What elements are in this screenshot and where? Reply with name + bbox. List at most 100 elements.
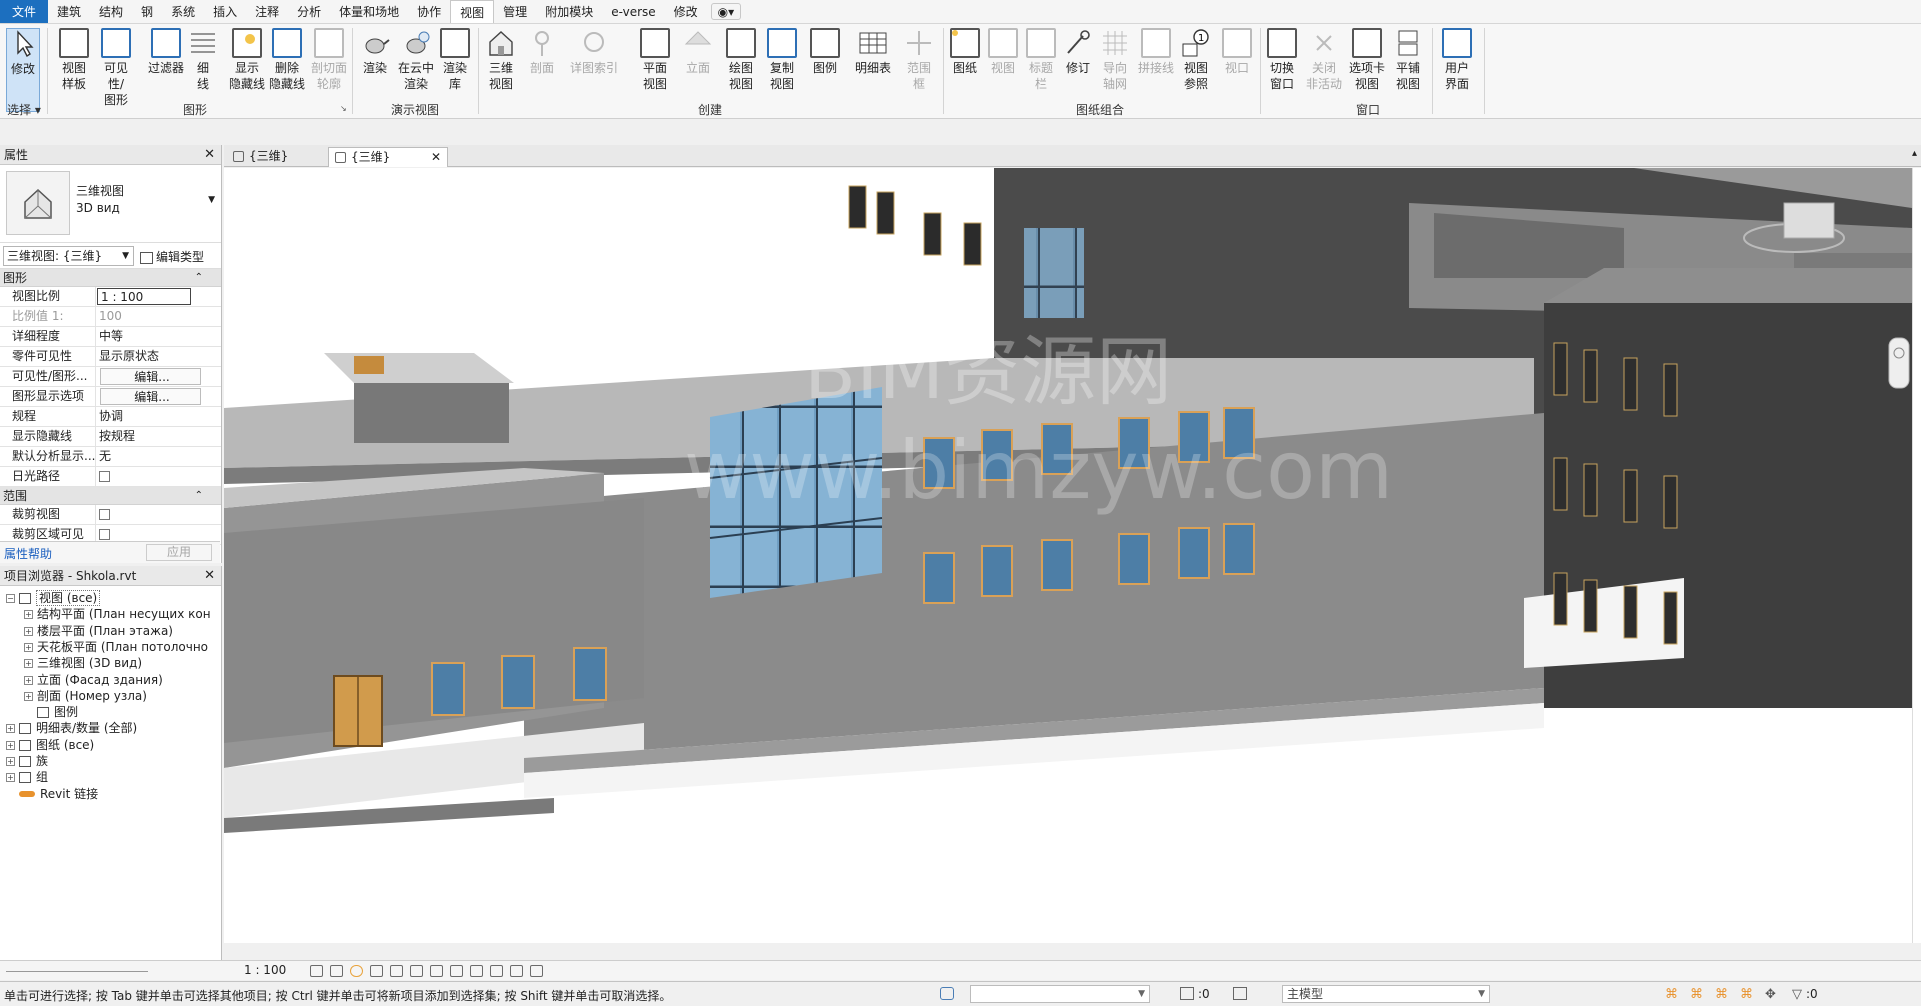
crop-region-icon[interactable] — [430, 965, 443, 977]
guide-grid-button[interactable]: 导向 轴网 — [1096, 28, 1134, 92]
expand-icon[interactable]: + — [24, 675, 33, 685]
render-dialog-icon[interactable] — [390, 965, 403, 977]
property-value[interactable] — [96, 467, 221, 486]
visual-style-icon[interactable] — [330, 965, 343, 977]
expand-icon[interactable]: + — [6, 757, 15, 766]
view-tab[interactable]: {三维} — [227, 147, 327, 167]
property-value[interactable]: 显示原状态 — [96, 347, 221, 366]
tab-analyze[interactable]: 分析 — [288, 0, 330, 23]
properties-help-link[interactable]: 属性帮助 — [4, 545, 52, 562]
checkbox[interactable] — [99, 509, 110, 520]
legends-button[interactable]: 图例 — [806, 28, 844, 76]
view-scale[interactable]: 1 : 100 — [244, 963, 286, 977]
place-view-button[interactable]: 视图 — [984, 28, 1022, 76]
expand-icon[interactable]: + — [24, 642, 33, 652]
tab-structure[interactable]: 结构 — [90, 0, 132, 23]
property-value[interactable]: 1 : 100 — [97, 288, 191, 305]
tab-view[interactable]: 视图 — [450, 0, 495, 23]
property-value[interactable]: 100 — [96, 307, 221, 326]
close-inactive-button[interactable]: 关闭 非活动 — [1305, 28, 1343, 92]
highlight-displacement-icon[interactable] — [530, 965, 543, 977]
dialog-launcher-icon[interactable]: ↘ — [340, 104, 347, 113]
select-pinned-icon[interactable]: ⌘ — [1715, 987, 1729, 1002]
tab-insert[interactable]: 插入 — [204, 0, 246, 23]
render-cloud-button[interactable]: 在云中 渲染 — [397, 28, 435, 92]
workset-dropdown[interactable]: ▼ — [970, 985, 1150, 1003]
modify-button[interactable]: 修改 — [6, 28, 40, 112]
tab-massing-site[interactable]: 体量和场地 — [330, 0, 408, 23]
cut-profile-button[interactable]: 剖切面 轮廓 — [310, 28, 348, 92]
tile-views-button[interactable]: 平铺 视图 — [1389, 28, 1427, 92]
duplicate-view-button[interactable]: 复制 视图 — [763, 28, 801, 92]
matchline-button[interactable]: 拼接线 — [1135, 28, 1177, 76]
view-reference-button[interactable]: 1 视图 参照 — [1177, 28, 1215, 92]
tab-collaborate[interactable]: 协作 — [408, 0, 450, 23]
expand-icon[interactable]: + — [6, 740, 15, 750]
thin-lines-button[interactable]: 细线 — [188, 28, 218, 92]
expand-icon[interactable]: + — [24, 610, 33, 620]
section-button[interactable]: 剖面 — [523, 28, 561, 76]
3d-viewport[interactable]: BIM资源网 www.bimzyw.com — [224, 168, 1912, 943]
close-icon[interactable]: ✕ — [431, 148, 441, 167]
filter-icon[interactable]: ▽ — [1792, 987, 1806, 1002]
select-by-face-icon[interactable]: ⌘ — [1740, 987, 1754, 1002]
render-button[interactable]: 渲染 — [356, 28, 394, 76]
type-selector-preview[interactable]: 三维视图 3D вид ▼ — [0, 165, 221, 243]
3d-view-button[interactable]: 三维 视图 — [482, 28, 520, 92]
crop-view-icon[interactable] — [410, 965, 423, 977]
tab-systems[interactable]: 系统 — [162, 0, 204, 23]
expand-icon[interactable]: + — [24, 691, 33, 701]
design-option-dropdown[interactable]: 主模型 ▼ — [1282, 985, 1490, 1003]
plan-views-button[interactable]: 平面 视图 — [636, 28, 674, 92]
revisions-button[interactable]: 修订 — [1059, 28, 1097, 76]
instance-type-dropdown[interactable]: 三维视图: {三维} ▼ — [3, 246, 134, 266]
collapse-icon[interactable]: − — [6, 594, 15, 603]
user-interface-button[interactable]: 用户 界面 — [1438, 28, 1476, 92]
sun-path-icon[interactable] — [350, 965, 363, 977]
detail-level-icon[interactable] — [310, 965, 323, 977]
elevation-button[interactable]: 立面 — [679, 28, 717, 76]
worksets-icon[interactable] — [940, 987, 954, 1000]
checkbox[interactable] — [99, 529, 110, 540]
expand-icon[interactable]: + — [24, 626, 33, 636]
tab-architecture[interactable]: 建筑 — [48, 0, 90, 23]
switch-windows-button[interactable]: 切换 窗口 — [1263, 28, 1301, 92]
design-options-icon[interactable] — [1233, 987, 1247, 1000]
tab-everse[interactable]: e-verse — [602, 0, 664, 23]
tree-item[interactable]: Revit 链接 — [6, 784, 98, 804]
lock-3d-view-icon[interactable] — [450, 965, 463, 977]
category-extents[interactable]: 范围 ⌃ — [0, 487, 221, 505]
property-value[interactable]: 无 — [96, 447, 221, 466]
edit-type-button[interactable]: 编辑类型 — [140, 248, 204, 265]
title-block-button[interactable]: 标题栏 — [1022, 28, 1060, 92]
view-template-button[interactable]: 视图 样板 — [55, 28, 93, 92]
tab-modify[interactable]: 修改 — [665, 0, 707, 23]
apply-button[interactable]: 应用 — [146, 544, 212, 561]
property-value[interactable]: 中等 — [96, 327, 221, 346]
filters-button[interactable]: 过滤器 — [145, 28, 187, 76]
drag-elements-icon[interactable]: ✥ — [1765, 987, 1779, 1002]
remove-hidden-lines-button[interactable]: 删除 隐藏线 — [268, 28, 306, 92]
callout-button[interactable]: 详图索引 — [570, 28, 618, 76]
group-select-label[interactable]: 选择 ▾ — [4, 101, 44, 118]
render-gallery-button[interactable]: 渲染库 — [436, 28, 474, 92]
schedules-button[interactable]: 明细表 — [850, 28, 896, 76]
show-hidden-lines-button[interactable]: 显示 隐藏线 — [228, 28, 266, 92]
tab-views-button[interactable]: 选项卡 视图 — [1345, 28, 1389, 92]
tab-addins[interactable]: 附加模块 — [536, 0, 602, 23]
expand-icon[interactable]: + — [6, 724, 15, 734]
close-icon[interactable]: ✕ — [204, 566, 215, 586]
property-value[interactable] — [96, 505, 221, 524]
select-underlay-icon[interactable]: ⌘ — [1690, 987, 1704, 1002]
editable-only-icon[interactable] — [1180, 987, 1194, 1000]
tab-manage[interactable]: 管理 — [494, 0, 536, 23]
drafting-view-button[interactable]: 绘图 视图 — [722, 28, 760, 92]
temporary-hide-icon[interactable] — [470, 965, 483, 977]
checkbox[interactable] — [99, 471, 110, 482]
viewports-button[interactable]: 视口 — [1218, 28, 1256, 76]
shadows-icon[interactable] — [370, 965, 383, 977]
analytical-model-icon[interactable] — [510, 965, 523, 977]
visibility-graphics-button[interactable]: 可见性/图形 — [97, 28, 135, 108]
expand-icon[interactable]: + — [24, 659, 33, 669]
tab-annotate[interactable]: 注释 — [246, 0, 288, 23]
